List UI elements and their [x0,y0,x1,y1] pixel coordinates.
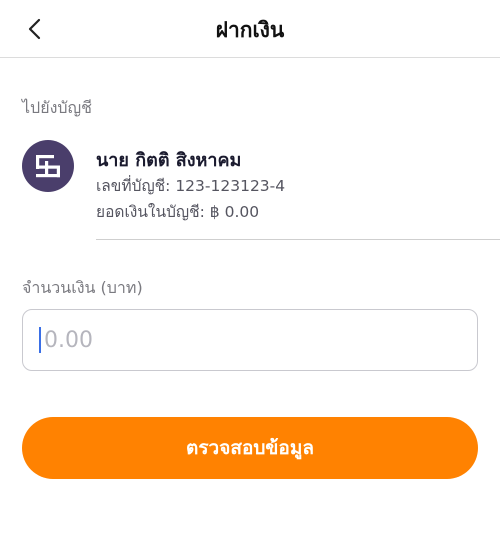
account-avatar [22,140,74,192]
account-holder-name: นาย กิตติ สิงหาคม [96,150,242,171]
amount-input[interactable]: 0.00 [22,309,478,371]
account-number: เลขที่บัญชี: 123-123123-4 [96,177,286,195]
destination-section-label: ไปยังบัญชี [22,98,93,117]
bank-logo-icon [36,155,60,178]
divider [96,239,500,240]
account-balance: ยอดเงินในบัญชี: ฿ 0.00 [96,203,260,221]
destination-account-card: นาย กิตติ สิงหาคม เลขที่บัญชี: 123-12312… [22,140,500,240]
text-caret [39,327,41,353]
top-bar: ฝากเงิน [0,0,500,58]
amount-placeholder: 0.00 [44,327,93,353]
verify-button[interactable]: ตรวจสอบข้อมูล [22,417,478,479]
amount-label: จำนวนเงิน (บาท) [22,278,143,297]
page-title: ฝากเงิน [215,18,285,42]
